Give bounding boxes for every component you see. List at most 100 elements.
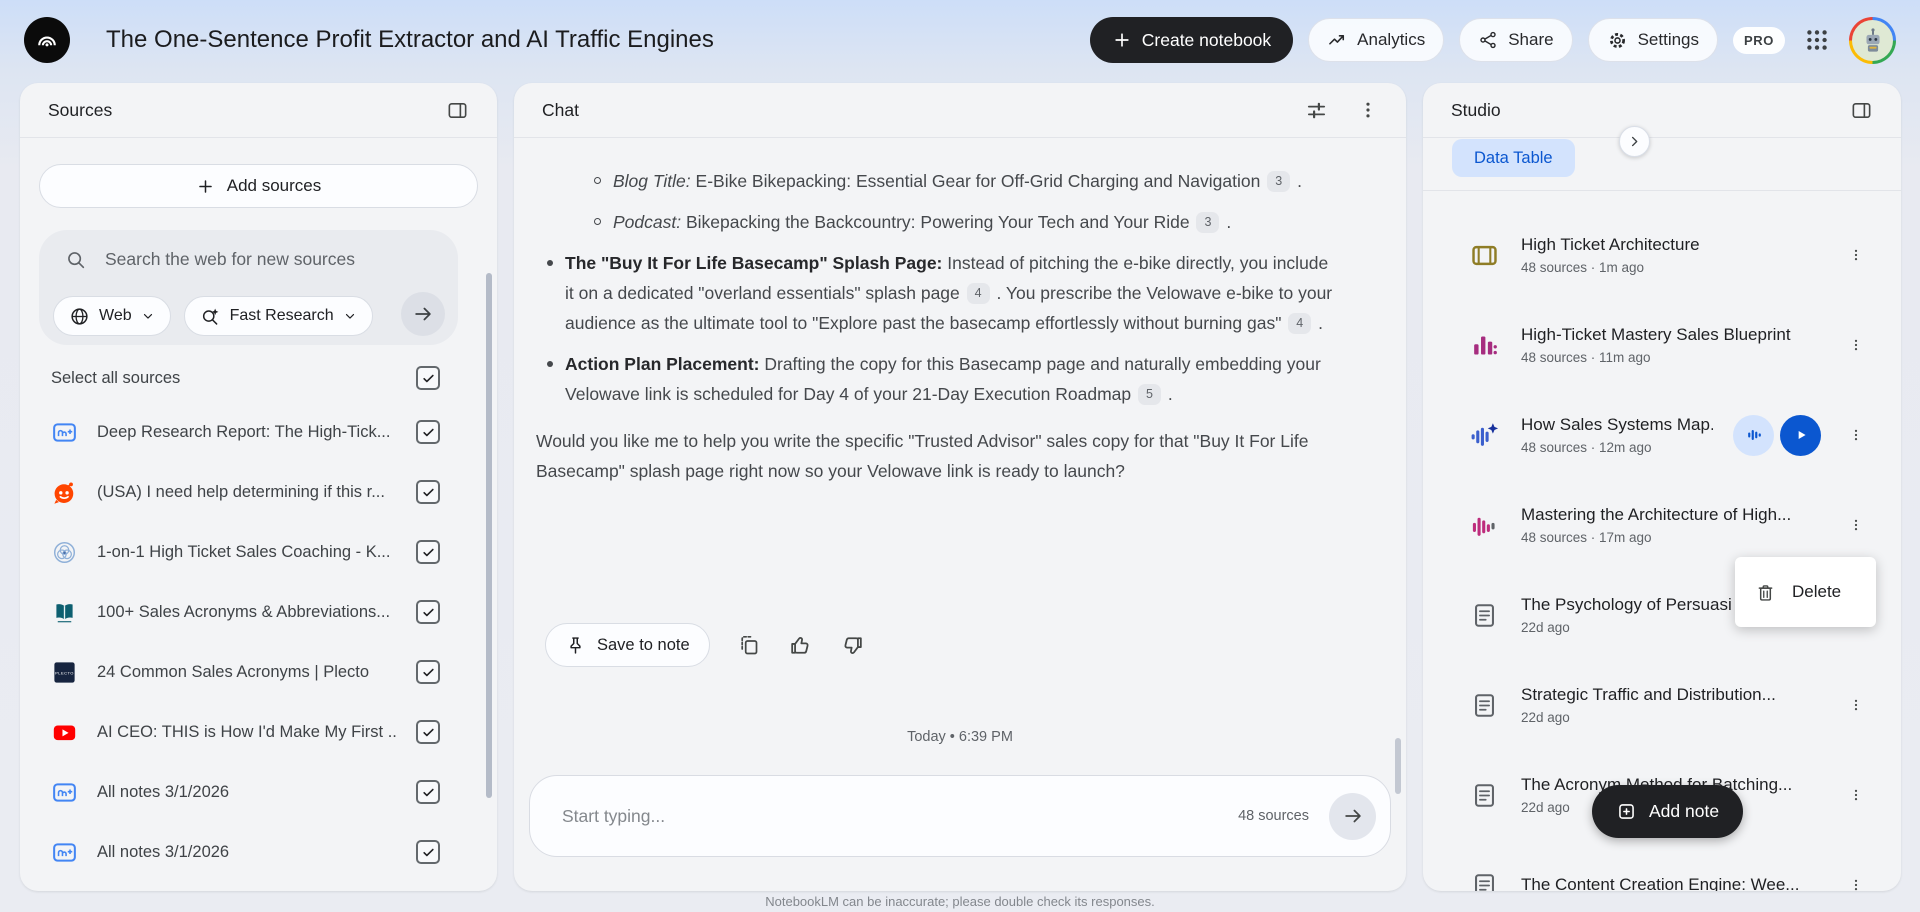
source-title: (USA) I need help determining if this r.… [97,482,385,501]
more-options-icon[interactable] [1843,784,1869,806]
notebook-report-icon [51,779,78,806]
source-checkbox[interactable] [416,600,440,624]
web-search-input[interactable] [103,248,435,271]
notebooklm-app: The One-Sentence Profit Extractor and AI… [0,0,1920,912]
context-menu: Delete [1735,557,1876,627]
bar-chart-icon [1467,328,1501,362]
chat-panel: Chat Blog Title: E-Bike Bikepacking: Ess… [514,83,1406,891]
copy-icon[interactable] [737,633,761,657]
citation-chip[interactable]: 5 [1138,384,1161,405]
plus-icon [196,177,215,196]
collapse-panel-icon[interactable] [446,99,469,122]
more-options-icon[interactable] [1843,334,1869,356]
message-text: . [1221,212,1232,232]
select-all-checkbox[interactable] [416,366,440,390]
source-list-item[interactable]: All notes 3/1/2026 [20,762,497,822]
more-options-icon[interactable] [1843,424,1869,446]
source-checkbox[interactable] [416,780,440,804]
citation-chip[interactable]: 3 [1196,212,1220,233]
add-note-button[interactable]: Add note [1592,785,1744,838]
source-list-item[interactable]: 100+ Sales Acronyms & Abbreviations... [20,582,497,642]
source-checkbox[interactable] [416,480,440,504]
source-checkbox[interactable] [416,540,440,564]
sources-count-label: 48 sources [1238,808,1309,824]
data-table-chip[interactable]: Data Table [1452,139,1575,177]
create-notebook-button[interactable]: Create notebook [1089,17,1294,63]
source-checkbox[interactable] [416,420,440,444]
citation-chip[interactable]: 4 [966,283,990,304]
studio-item-title: High Ticket Architecture [1521,235,1700,254]
studio-item-meta: 22d ago [1521,710,1570,725]
studio-panel-header: Studio [1423,83,1901,138]
pro-badge: PRO [1733,26,1785,54]
source-list-item[interactable]: AI CEO: THIS is How I'd Make My First ..… [20,702,497,762]
source-list-item[interactable]: 1-on-1 High Ticket Sales Coaching - K... [20,522,497,582]
source-title: 100+ Sales Acronyms & Abbreviations... [97,602,391,621]
chat-scrollbar[interactable] [1395,738,1401,794]
pin-icon [565,635,586,656]
source-list-item[interactable]: (USA) I need help determining if this r.… [20,462,497,522]
studio-list-item[interactable]: High-Ticket Mastery Sales Blueprint 48 s… [1423,300,1901,390]
studio-item-meta: 48 sources · 17m ago [1521,530,1652,545]
studio-list-item[interactable]: Strategic Traffic and Distribution... 22… [1423,660,1901,750]
analytics-button[interactable]: Analytics [1308,18,1445,62]
add-sources-button[interactable]: Add sources [39,164,478,208]
research-mode-dropdown[interactable]: Fast Research [183,296,373,336]
studio-list-item[interactable]: The Content Creation Engine: Wee... [1423,840,1901,891]
collapse-panel-icon[interactable] [1850,99,1873,122]
thumbs-up-icon[interactable] [788,633,813,658]
citation-chip[interactable]: 3 [1267,171,1291,192]
delete-menu-item[interactable]: Delete [1735,557,1876,627]
search-row [65,248,435,271]
studio-panel-title: Studio [1451,99,1501,120]
more-options-icon[interactable] [1843,514,1869,536]
notebooklm-logo-icon[interactable] [24,17,70,63]
expand-data-table-button[interactable] [1619,126,1650,157]
studio-list-item[interactable]: High Ticket Architecture 48 sources · 1m… [1423,210,1901,300]
chat-settings-icon[interactable] [1305,99,1328,122]
disclaimer-text: NotebookLM can be inaccurate; please dou… [765,894,1155,909]
thumbs-down-icon[interactable] [840,633,865,658]
save-to-note-button[interactable]: Save to note [545,623,710,667]
analytics-trend-icon [1327,30,1347,50]
chat-input[interactable] [560,804,1239,828]
avatar-robot-image [1852,19,1893,61]
search-filter-chips: Web Fast Research [53,296,373,336]
sources-scrollbar[interactable] [486,273,492,798]
studio-list-item[interactable]: How Sales Systems Map... 48 sources · 12… [1423,390,1901,480]
chat-more-options-icon[interactable] [1358,100,1378,120]
user-avatar[interactable] [1849,16,1896,64]
chat-timestamp: Today • 6:39 PM [907,729,1013,745]
citation-chip[interactable]: 4 [1288,313,1312,334]
send-button[interactable] [1329,792,1376,840]
more-options-icon[interactable] [1843,244,1869,266]
source-checkbox[interactable] [416,660,440,684]
web-filter-dropdown[interactable]: Web [53,296,171,336]
report-icon [1467,598,1501,632]
message-text: . [1292,171,1302,191]
source-list: Deep Research Report: The High-Tick... (… [20,402,497,882]
source-list-item[interactable]: All notes 3/1/2026 [20,822,497,882]
chat-messages: Blog Title: E-Bike Bikepacking: Essentia… [535,166,1335,497]
studio-item-title: The Content Creation Engine: Wee... [1521,875,1800,891]
settings-button[interactable]: Settings [1587,18,1719,62]
chat-message: Podcast: Bikepacking the Backcountry: Po… [535,207,1335,237]
more-options-icon[interactable] [1843,874,1869,891]
source-list-item[interactable]: PLECTO 24 Common Sales Acronyms | Plecto [20,642,497,702]
share-button[interactable]: Share [1459,18,1573,62]
source-list-item[interactable]: Deep Research Report: The High-Tick... [20,402,497,462]
source-checkbox[interactable] [416,840,440,864]
interactive-mode-button[interactable] [1733,414,1774,456]
message-text: E-Bike Bikepacking: Essential Gear for O… [690,171,1266,191]
waveform-pink-icon [1467,508,1501,542]
search-submit-button[interactable] [401,292,445,336]
play-button[interactable] [1780,414,1821,456]
source-checkbox[interactable] [416,720,440,744]
frame-icon [1467,238,1501,272]
message-text: Would you like me to help you write the … [536,431,1309,481]
studio-item-title: High-Ticket Mastery Sales Blueprint [1521,325,1791,344]
studio-item-title: How Sales Systems Map... [1521,415,1713,434]
more-options-icon[interactable] [1843,694,1869,716]
gear-icon [1607,30,1628,51]
apps-grid-icon[interactable] [1800,23,1834,57]
